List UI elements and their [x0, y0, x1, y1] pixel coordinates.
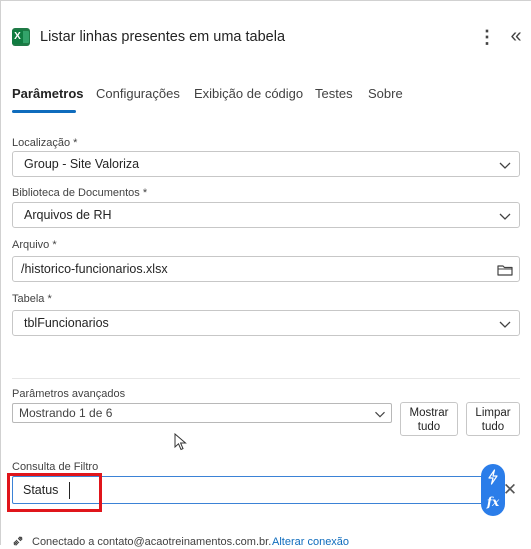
advanced-params-label: Parâmetros avançados — [12, 388, 126, 400]
close-icon[interactable]: ✕ — [502, 481, 518, 499]
more-options-icon[interactable]: ⋮ — [478, 27, 496, 47]
arquivo-value: /historico-funcionarios.xlsx — [21, 262, 168, 276]
excel-icon: X — [12, 28, 30, 46]
annotation-highlight-box — [7, 473, 102, 512]
change-connection-link[interactable]: Alterar conexão — [272, 536, 349, 549]
biblioteca-dropdown[interactable]: Arquivos de RH — [12, 202, 520, 228]
tabela-value: tblFuncionarios — [24, 316, 109, 330]
lightning-icon[interactable] — [487, 469, 499, 485]
folder-icon[interactable] — [495, 260, 515, 280]
action-title: Listar linhas presentes em uma tabela — [40, 29, 286, 45]
tabela-dropdown[interactable]: tblFuncionarios — [12, 310, 520, 336]
localizacao-value: Group - Site Valoriza — [24, 157, 140, 171]
connection-icon — [13, 536, 23, 546]
tab-testes[interactable]: Testes — [315, 86, 353, 102]
chevron-down-icon — [499, 321, 511, 328]
biblioteca-value: Arquivos de RH — [24, 208, 112, 222]
active-tab-indicator — [12, 110, 76, 113]
chevron-down-icon — [499, 213, 511, 220]
top-border — [0, 0, 531, 1]
localizacao-dropdown[interactable]: Group - Site Valoriza — [12, 151, 520, 177]
arquivo-label: Arquivo * — [12, 239, 57, 251]
arquivo-input[interactable]: /historico-funcionarios.xlsx — [12, 256, 520, 282]
tab-exibicao-de-codigo[interactable]: Exibição de código — [194, 86, 303, 102]
tabela-label: Tabela * — [12, 293, 52, 305]
chevron-down-icon — [499, 162, 511, 169]
tab-parametros[interactable]: Parâmetros — [12, 86, 84, 102]
advanced-params-value: Mostrando 1 de 6 — [19, 406, 113, 420]
tab-configuracoes[interactable]: Configurações — [96, 86, 180, 102]
fx-expression-icon[interactable]: fx — [484, 494, 502, 510]
localizacao-label: Localização * — [12, 137, 78, 149]
collapse-panel-icon[interactable]: « — [507, 25, 525, 47]
left-border — [0, 0, 1, 545]
mouse-pointer-icon — [174, 433, 187, 451]
connection-status-text: Conectado a contato@acaotreinamentos.com… — [32, 536, 272, 548]
section-divider — [12, 378, 520, 379]
chevron-down-icon — [375, 411, 385, 418]
tab-sobre[interactable]: Sobre — [368, 86, 403, 102]
biblioteca-label: Biblioteca de Documentos * — [12, 187, 148, 199]
advanced-params-dropdown[interactable]: Mostrando 1 de 6 — [12, 403, 392, 423]
show-all-button[interactable]: Mostrar tudo — [400, 402, 458, 436]
clear-all-button[interactable]: Limpar tudo — [466, 402, 520, 436]
